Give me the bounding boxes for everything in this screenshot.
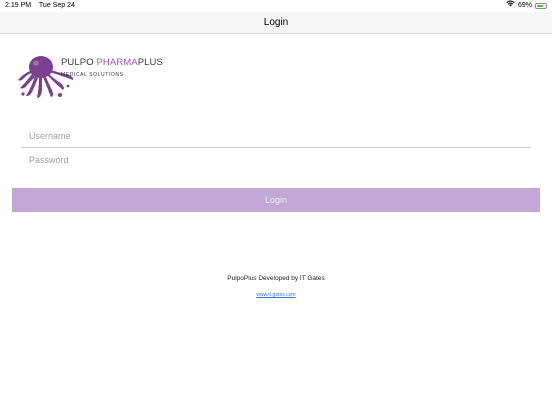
battery-percent: 69%: [517, 2, 532, 9]
footer-link[interactable]: www.it-gates.com: [256, 292, 295, 299]
status-right: 69%: [506, 0, 547, 12]
login-button[interactable]: Login: [12, 188, 540, 212]
brand-name-part3: PLUS: [137, 57, 163, 68]
footer-credit: PulpoPlus Developed by IT Gates: [227, 275, 325, 282]
brand-name-part2: PHARMA: [96, 57, 138, 68]
username-field[interactable]: [21, 124, 531, 148]
brand-name-part1: PULPO: [61, 57, 97, 68]
page-title: Login: [263, 17, 289, 28]
status-date: Tue Sep 24: [38, 2, 75, 9]
status-bar: 2:19 PM Tue Sep 24 69%: [0, 0, 552, 12]
status-time: 2:19 PM: [5, 2, 32, 9]
footer: PulpoPlus Developed by IT Gates www.it-g…: [0, 275, 552, 301]
status-left: 2:19 PM Tue Sep 24: [5, 0, 81, 12]
brand-name: PULPO PHARMAPLUS: [61, 57, 163, 68]
brand-logo: PULPO PHARMAPLUS MEDICAL SOLUTIONS: [18, 50, 178, 102]
wifi-icon: [506, 0, 515, 12]
brand-tagline: MEDICAL SOLUTIONS: [61, 72, 124, 78]
battery-fill: [537, 5, 543, 7]
nav-bar: Login: [0, 12, 552, 34]
battery-icon: [535, 3, 547, 9]
password-field[interactable]: [21, 148, 531, 172]
